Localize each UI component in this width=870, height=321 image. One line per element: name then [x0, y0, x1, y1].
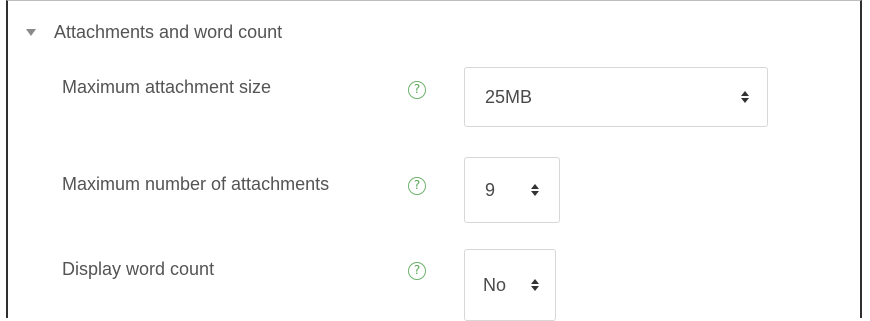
help-icon[interactable]: ?	[408, 81, 426, 99]
display-word-count-select[interactable]: No	[464, 249, 556, 321]
select-arrows-icon	[531, 184, 539, 196]
form-row-display-word-count: Display word count ? No	[8, 249, 860, 321]
section-title: Attachments and word count	[54, 21, 283, 42]
field-label: Display word count	[62, 259, 215, 279]
field-label: Maximum number of attachments	[62, 174, 330, 194]
caret-down-icon[interactable]	[26, 28, 36, 36]
select-arrows-icon	[741, 91, 749, 103]
field-label: Maximum attachment size	[62, 77, 272, 97]
max-attachment-size-select[interactable]: 25MB	[464, 67, 768, 127]
help-icon[interactable]: ?	[408, 262, 426, 280]
form-row-max-attachment-size: Maximum attachment size ? 25MB	[8, 67, 860, 127]
select-value: 25MB	[485, 86, 533, 107]
max-attachments-select[interactable]: 9	[464, 157, 560, 223]
select-value: No	[483, 274, 507, 295]
form-row-max-attachments: Maximum number of attachments ? 9	[8, 157, 860, 223]
select-value: 9	[485, 179, 496, 200]
section-header-attachments[interactable]: Attachments and word count	[18, 17, 848, 47]
select-arrows-icon	[531, 279, 539, 291]
help-icon[interactable]: ?	[408, 177, 426, 195]
settings-panel: Attachments and word count Maximum attac…	[6, 0, 862, 321]
